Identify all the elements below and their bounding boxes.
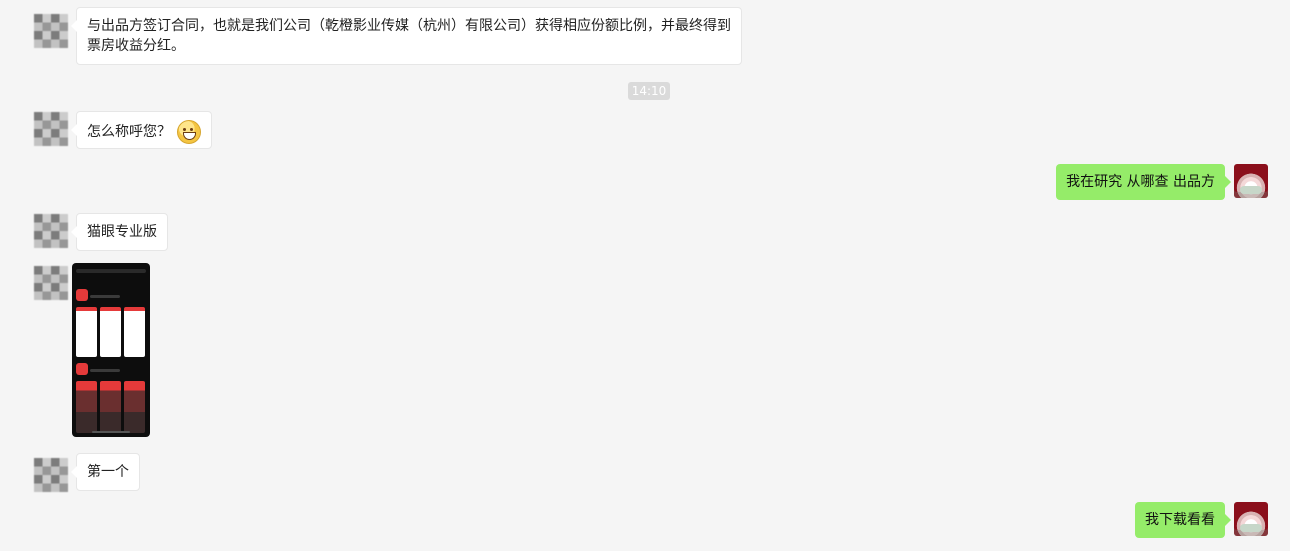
image-message-thumbnail[interactable] — [72, 263, 150, 437]
message-text: 我下载看看 — [1145, 512, 1215, 528]
message-text: 怎么称呼您？ — [87, 124, 171, 140]
avatar-contact[interactable] — [34, 112, 68, 146]
avatar-contact[interactable] — [34, 214, 68, 248]
message-bubble-outgoing[interactable]: 我下载看看 — [1135, 502, 1231, 538]
message-bubble-incoming[interactable]: 第一个 — [71, 453, 140, 491]
avatar-self[interactable] — [1234, 164, 1268, 198]
message-text: 与出品方签订合同，也就是我们公司（乾橙影业传媒（杭州）有限公司）获得相应份额比例… — [87, 18, 731, 54]
avatar-contact[interactable] — [34, 14, 68, 48]
message-text: 猫眼专业版 — [87, 224, 157, 240]
message-bubble-incoming[interactable]: 怎么称呼您？ — [70, 111, 213, 149]
message-bubble-incoming[interactable]: 与出品方签订合同，也就是我们公司（乾橙影业传媒（杭州）有限公司）获得相应份额比例… — [71, 7, 742, 65]
message-bubble-outgoing[interactable]: 我在研究 从哪查 出品方 — [1056, 164, 1231, 200]
message-bubble-incoming[interactable]: 猫眼专业版 — [71, 213, 168, 251]
avatar-contact[interactable] — [34, 266, 68, 300]
time-divider: 14:10 — [628, 82, 670, 100]
message-text: 第一个 — [87, 464, 129, 480]
avatar-self[interactable] — [1234, 502, 1268, 536]
message-text: 我在研究 从哪查 出品方 — [1066, 174, 1215, 190]
grin-emoji-icon — [177, 120, 202, 144]
avatar-contact[interactable] — [34, 458, 68, 492]
